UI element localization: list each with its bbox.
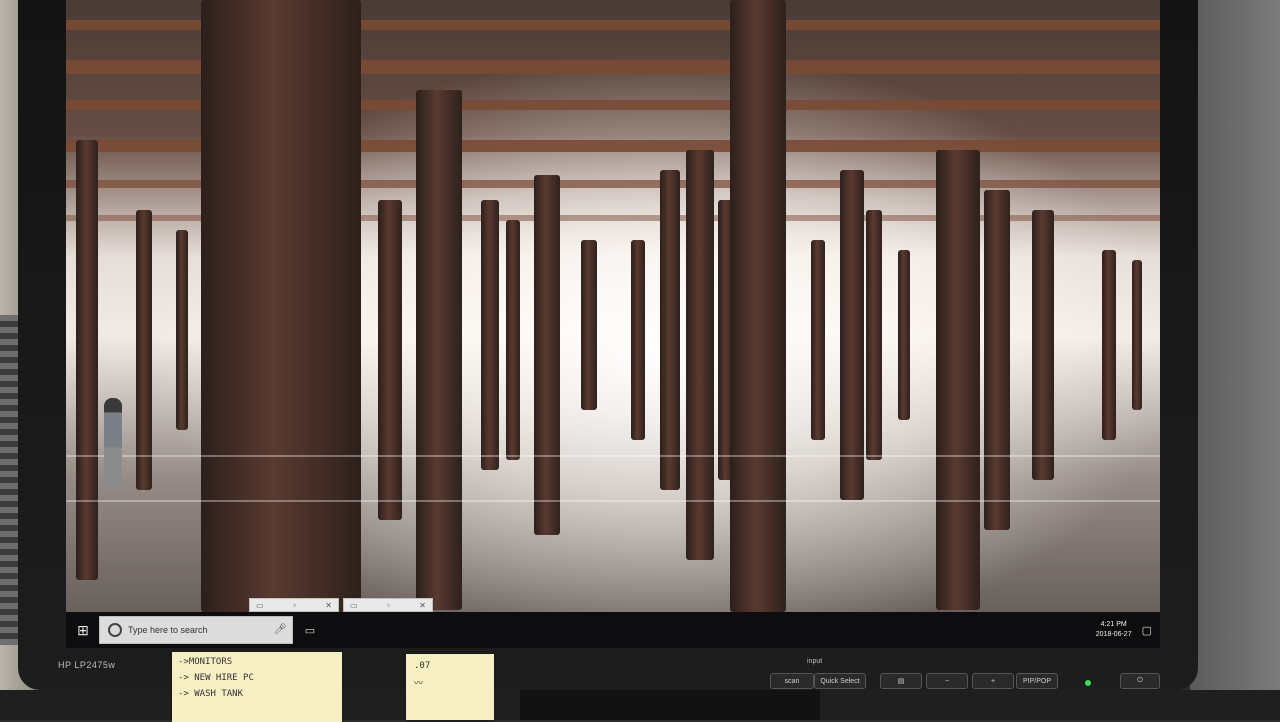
minimize-icon[interactable]: ▫ — [387, 601, 390, 610]
close-icon[interactable]: ✕ — [325, 601, 332, 610]
scribble-icon: 〰︎ — [414, 679, 424, 689]
water-surface — [66, 455, 1160, 457]
cortana-icon — [108, 623, 122, 637]
pier-pile — [176, 230, 188, 430]
pier-pile — [1132, 260, 1142, 410]
desktop-wallpaper[interactable] — [66, 0, 1160, 612]
power-icon[interactable]: ⏻ — [1120, 673, 1160, 689]
pip-pop-button[interactable]: PIP/POP — [1016, 673, 1058, 689]
input-label: input — [807, 658, 823, 665]
pier-pile — [898, 250, 910, 420]
search-placeholder: Type here to search — [128, 625, 208, 635]
sticky-note-line: -> NEW HIRE PC — [178, 673, 254, 683]
pier-pile — [984, 190, 1010, 530]
monitor-stand — [520, 690, 820, 720]
task-view-icon[interactable]: ▭ — [299, 619, 321, 641]
close-icon[interactable]: ✕ — [419, 601, 426, 610]
pier-pile — [730, 0, 786, 612]
window-icon: ▭ — [256, 600, 264, 610]
clock-date: 2018-06-27 — [1095, 631, 1132, 638]
person-figure — [104, 398, 122, 488]
screen: ▭ ▫ ✕ ▭ ▫ ✕ ⊞ Type here to search 🎤︎ ▭ 4… — [66, 0, 1160, 648]
sticky-note: ->MONITORS -> NEW HIRE PC -> WASH TANK — [172, 652, 342, 722]
system-tray: 4:21 PM 2018-06-27 ▢ — [1096, 612, 1152, 648]
clock-time: 4:21 PM — [1100, 621, 1127, 628]
microphone-icon[interactable]: 🎤︎ — [274, 623, 287, 637]
pier-pile — [416, 90, 462, 610]
pier-pile — [201, 0, 361, 612]
pier-pile — [76, 140, 98, 580]
taskbar-thumbnail[interactable]: ▭ ▫ ✕ — [249, 598, 339, 612]
pier-pile — [378, 200, 402, 520]
plus-button[interactable]: + — [972, 673, 1014, 689]
window-icon: ▭ — [350, 600, 358, 610]
action-center-icon[interactable]: ▢ — [1142, 624, 1152, 637]
pier-pile — [660, 170, 680, 490]
quick-select-button[interactable]: Quick Select — [814, 673, 866, 689]
pier-pile — [866, 210, 882, 460]
minimize-icon[interactable]: ▫ — [293, 601, 296, 610]
minus-button[interactable]: − — [926, 673, 968, 689]
sticky-note: .07 〰︎ — [406, 654, 494, 720]
pier-pile — [936, 150, 980, 610]
pier-pile — [534, 175, 560, 535]
water-surface — [66, 500, 1160, 502]
menu-button[interactable]: ▤ — [880, 673, 922, 689]
taskbar: ⊞ Type here to search 🎤︎ ▭ 4:21 PM 2018-… — [66, 612, 1160, 648]
pier-pile — [1032, 210, 1054, 480]
pier-pile — [686, 150, 714, 560]
pier-pile — [840, 170, 864, 500]
sticky-note-line: .07 — [414, 661, 431, 671]
background-wall-right — [1190, 0, 1280, 720]
pier-pile — [631, 240, 645, 440]
pier-pile — [581, 240, 597, 410]
sticky-note-line: -> WASH TANK — [178, 689, 244, 699]
pier-pile — [481, 200, 499, 470]
pier-pile — [1102, 250, 1116, 440]
power-led — [1085, 680, 1091, 686]
search-input[interactable]: Type here to search 🎤︎ — [99, 616, 293, 644]
monitor-brand: HP LP2475w — [58, 660, 116, 670]
sticky-note-line: ->MONITORS — [178, 657, 233, 667]
scan-button[interactable]: scan — [770, 673, 814, 689]
pier-pile — [506, 220, 520, 460]
pier-pile — [136, 210, 152, 490]
start-icon[interactable]: ⊞ — [69, 616, 97, 644]
clock[interactable]: 4:21 PM 2018-06-27 — [1096, 620, 1132, 640]
pier-pile — [811, 240, 825, 440]
taskbar-thumbnail[interactable]: ▭ ▫ ✕ — [343, 598, 433, 612]
